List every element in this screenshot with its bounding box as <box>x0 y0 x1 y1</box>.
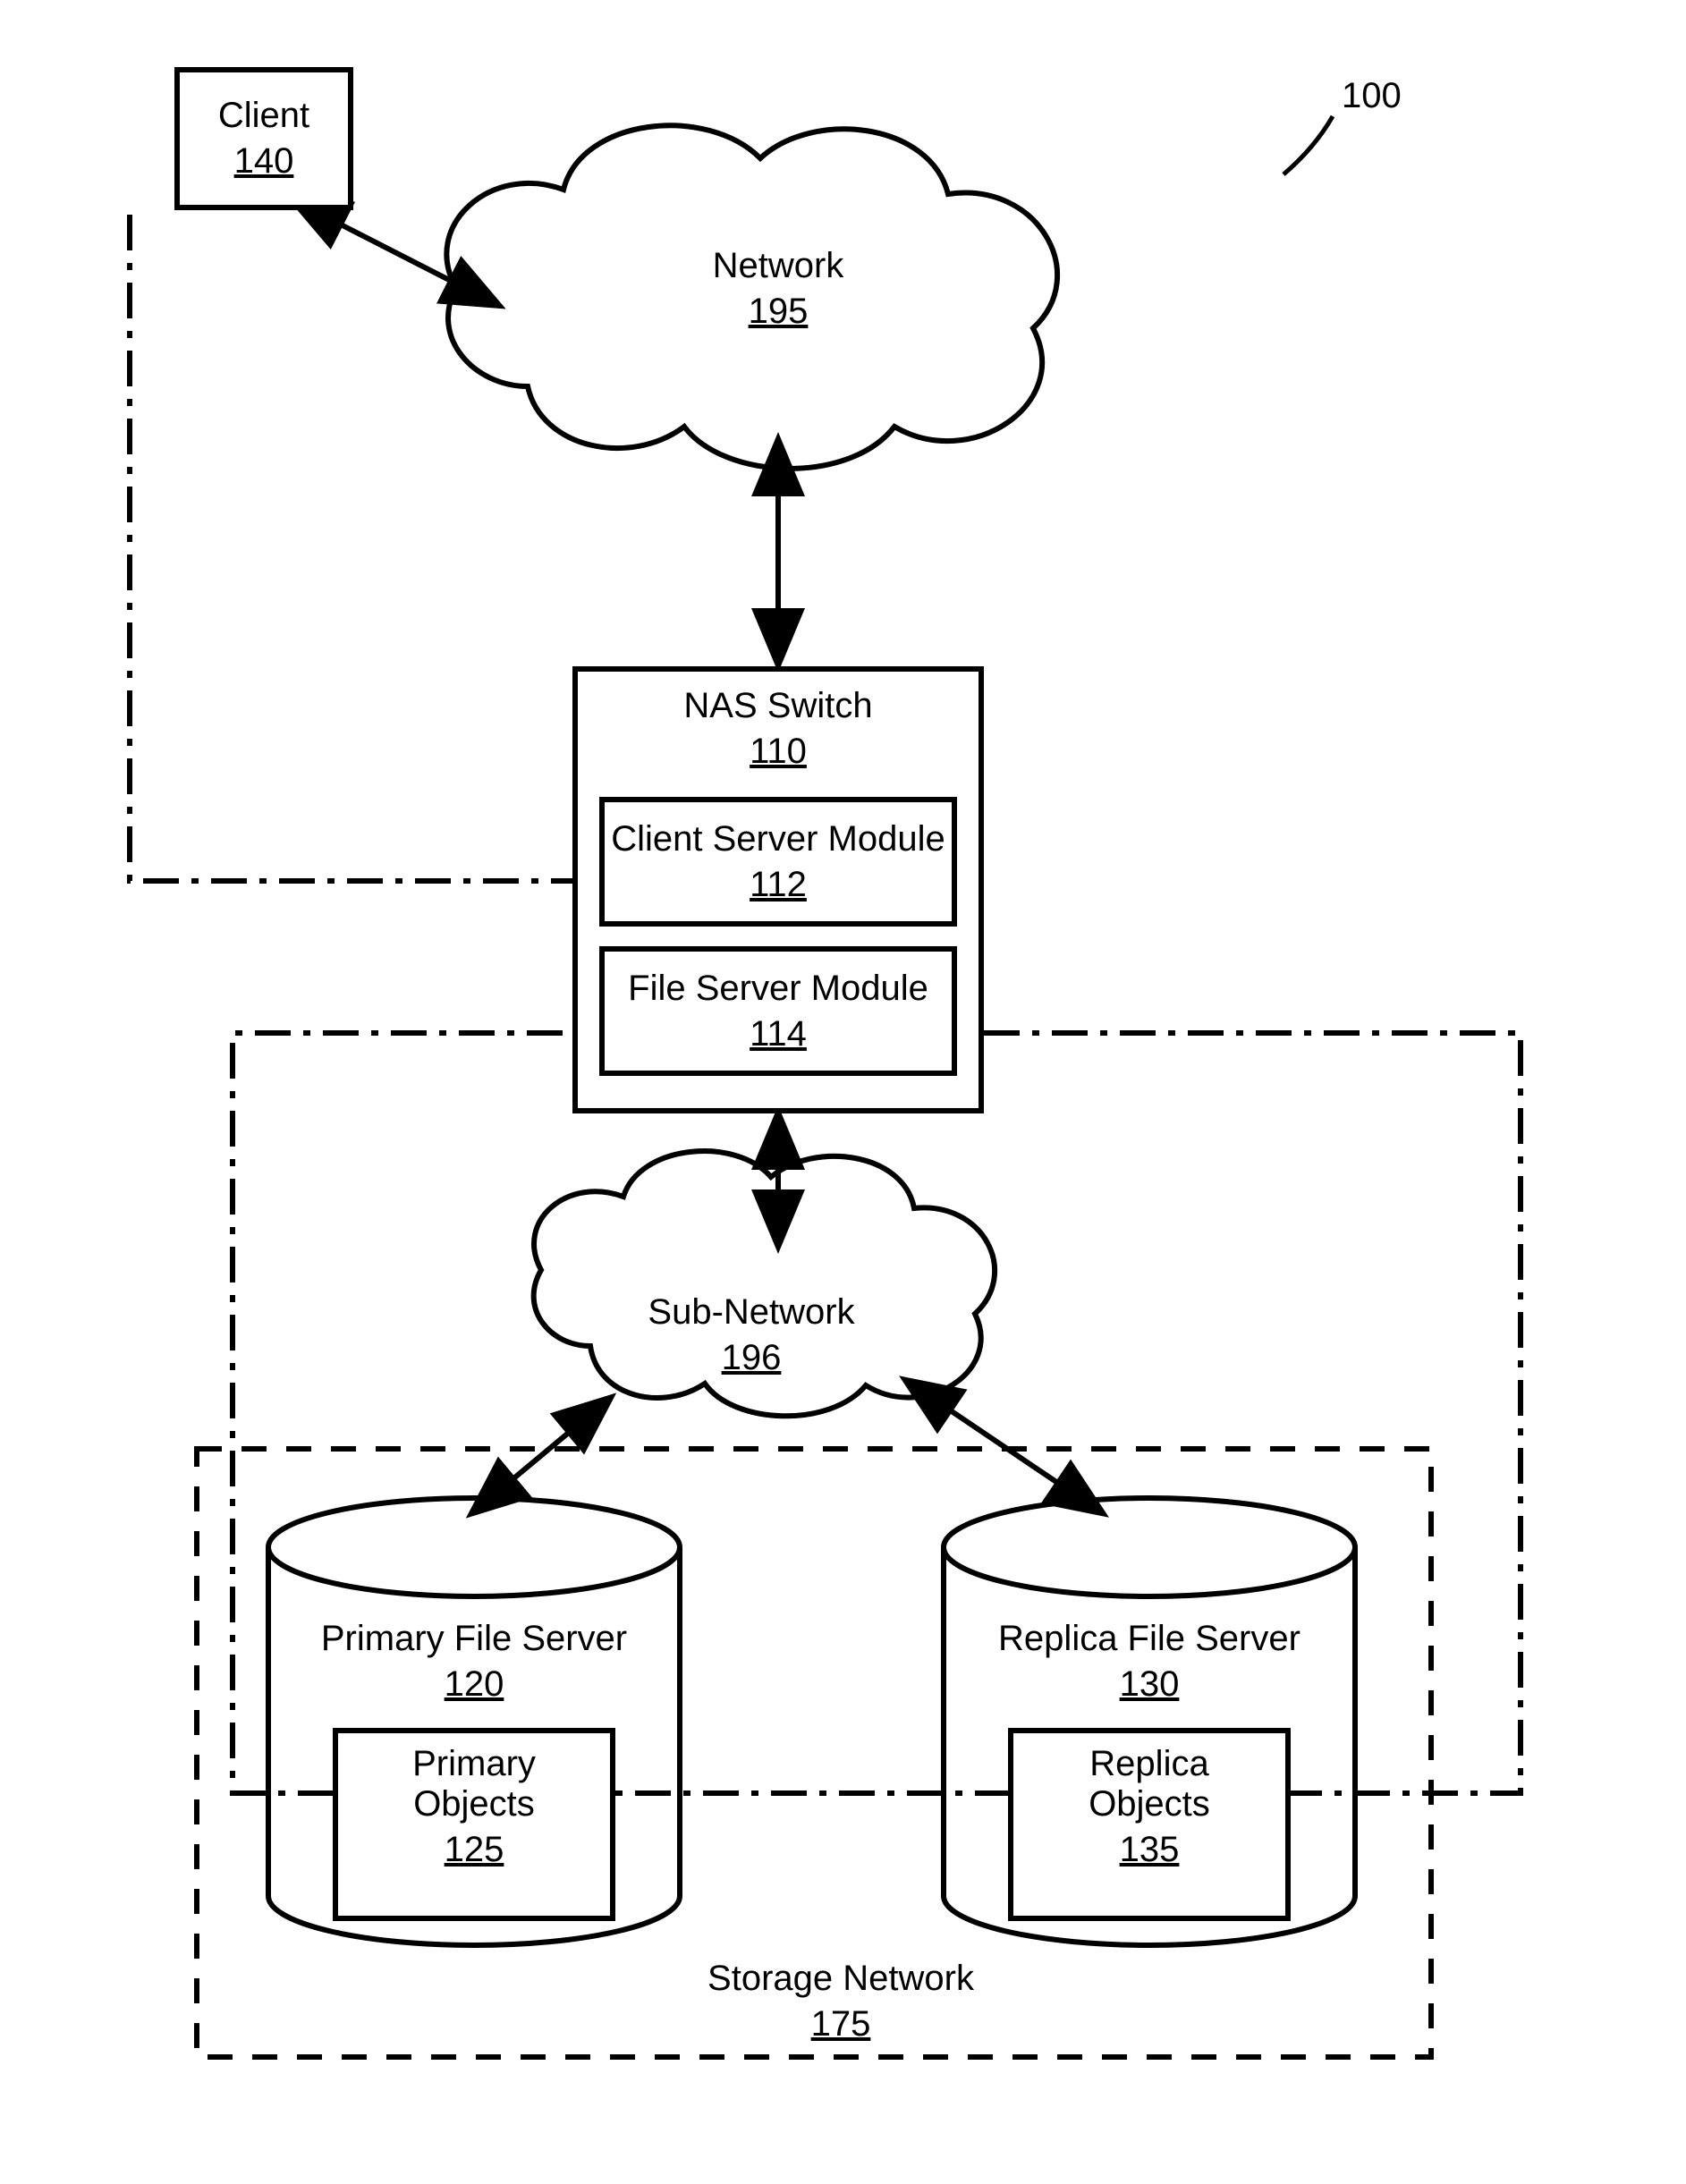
primary-file-server-label-group: Primary File Server 120 <box>286 1619 662 1705</box>
client-server-module-box: Client Server Module 112 <box>599 797 957 927</box>
client-server-module-label: Client Server Module <box>611 819 945 859</box>
client-ref: 140 <box>234 141 294 182</box>
client-server-module-ref: 112 <box>750 865 807 905</box>
subnetwork-label-group: Sub-Network 196 <box>617 1292 885 1378</box>
replica-file-server-label: Replica File Server <box>962 1619 1337 1659</box>
replica-file-server-label-group: Replica File Server 130 <box>962 1619 1337 1705</box>
file-server-module-label: File Server Module <box>628 969 928 1009</box>
storage-network-label: Storage Network <box>680 1959 1002 1999</box>
network-label-group: Network 195 <box>626 246 930 332</box>
subnetwork-ref: 196 <box>617 1338 885 1378</box>
file-server-module-ref: 114 <box>750 1014 807 1054</box>
nas-switch-label: NAS Switch <box>683 686 872 726</box>
file-server-module-box: File Server Module 114 <box>599 946 957 1076</box>
replica-file-server-ref: 130 <box>962 1664 1337 1705</box>
storage-network-label-group: Storage Network 175 <box>680 1959 1002 2044</box>
replica-objects-ref: 135 <box>1024 1830 1275 1870</box>
primary-objects-label-group: Primary Objects 125 <box>349 1744 599 1870</box>
nas-switch-box: NAS Switch 110 Client Server Module 112 … <box>572 666 984 1113</box>
primary-objects-ref: 125 <box>349 1830 599 1870</box>
storage-network-ref: 175 <box>680 2004 1002 2044</box>
network-ref: 195 <box>626 292 930 332</box>
primary-file-server-ref: 120 <box>286 1664 662 1705</box>
client-box: Client 140 <box>174 67 353 210</box>
primary-objects-label: Primary Objects <box>349 1744 599 1824</box>
replica-objects-label: Replica Objects <box>1024 1744 1275 1824</box>
arrow-subnetwork-primary <box>474 1400 608 1511</box>
subnetwork-label: Sub-Network <box>617 1292 885 1333</box>
primary-file-server-label: Primary File Server <box>286 1619 662 1659</box>
network-label: Network <box>626 246 930 286</box>
client-label: Client <box>218 96 309 136</box>
replica-objects-label-group: Replica Objects 135 <box>1024 1744 1275 1870</box>
nas-switch-ref: 110 <box>750 732 807 772</box>
figure-ref-text: 100 <box>1342 76 1402 115</box>
figure-ref: 100 <box>1342 76 1402 116</box>
